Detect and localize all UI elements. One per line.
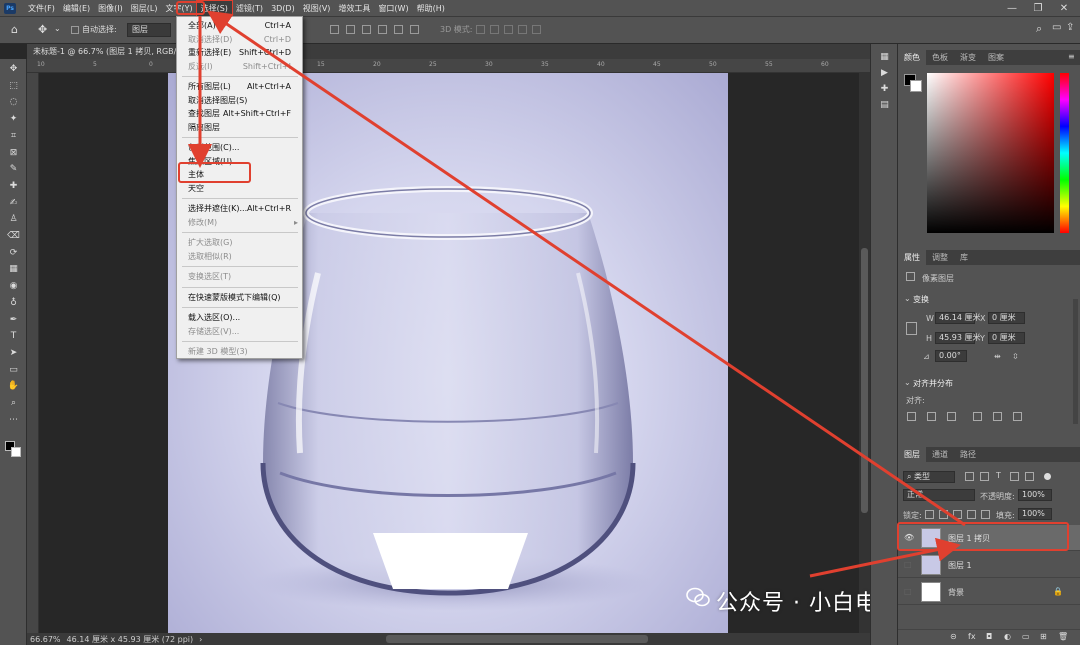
annotation-arrows	[188, 10, 966, 578]
